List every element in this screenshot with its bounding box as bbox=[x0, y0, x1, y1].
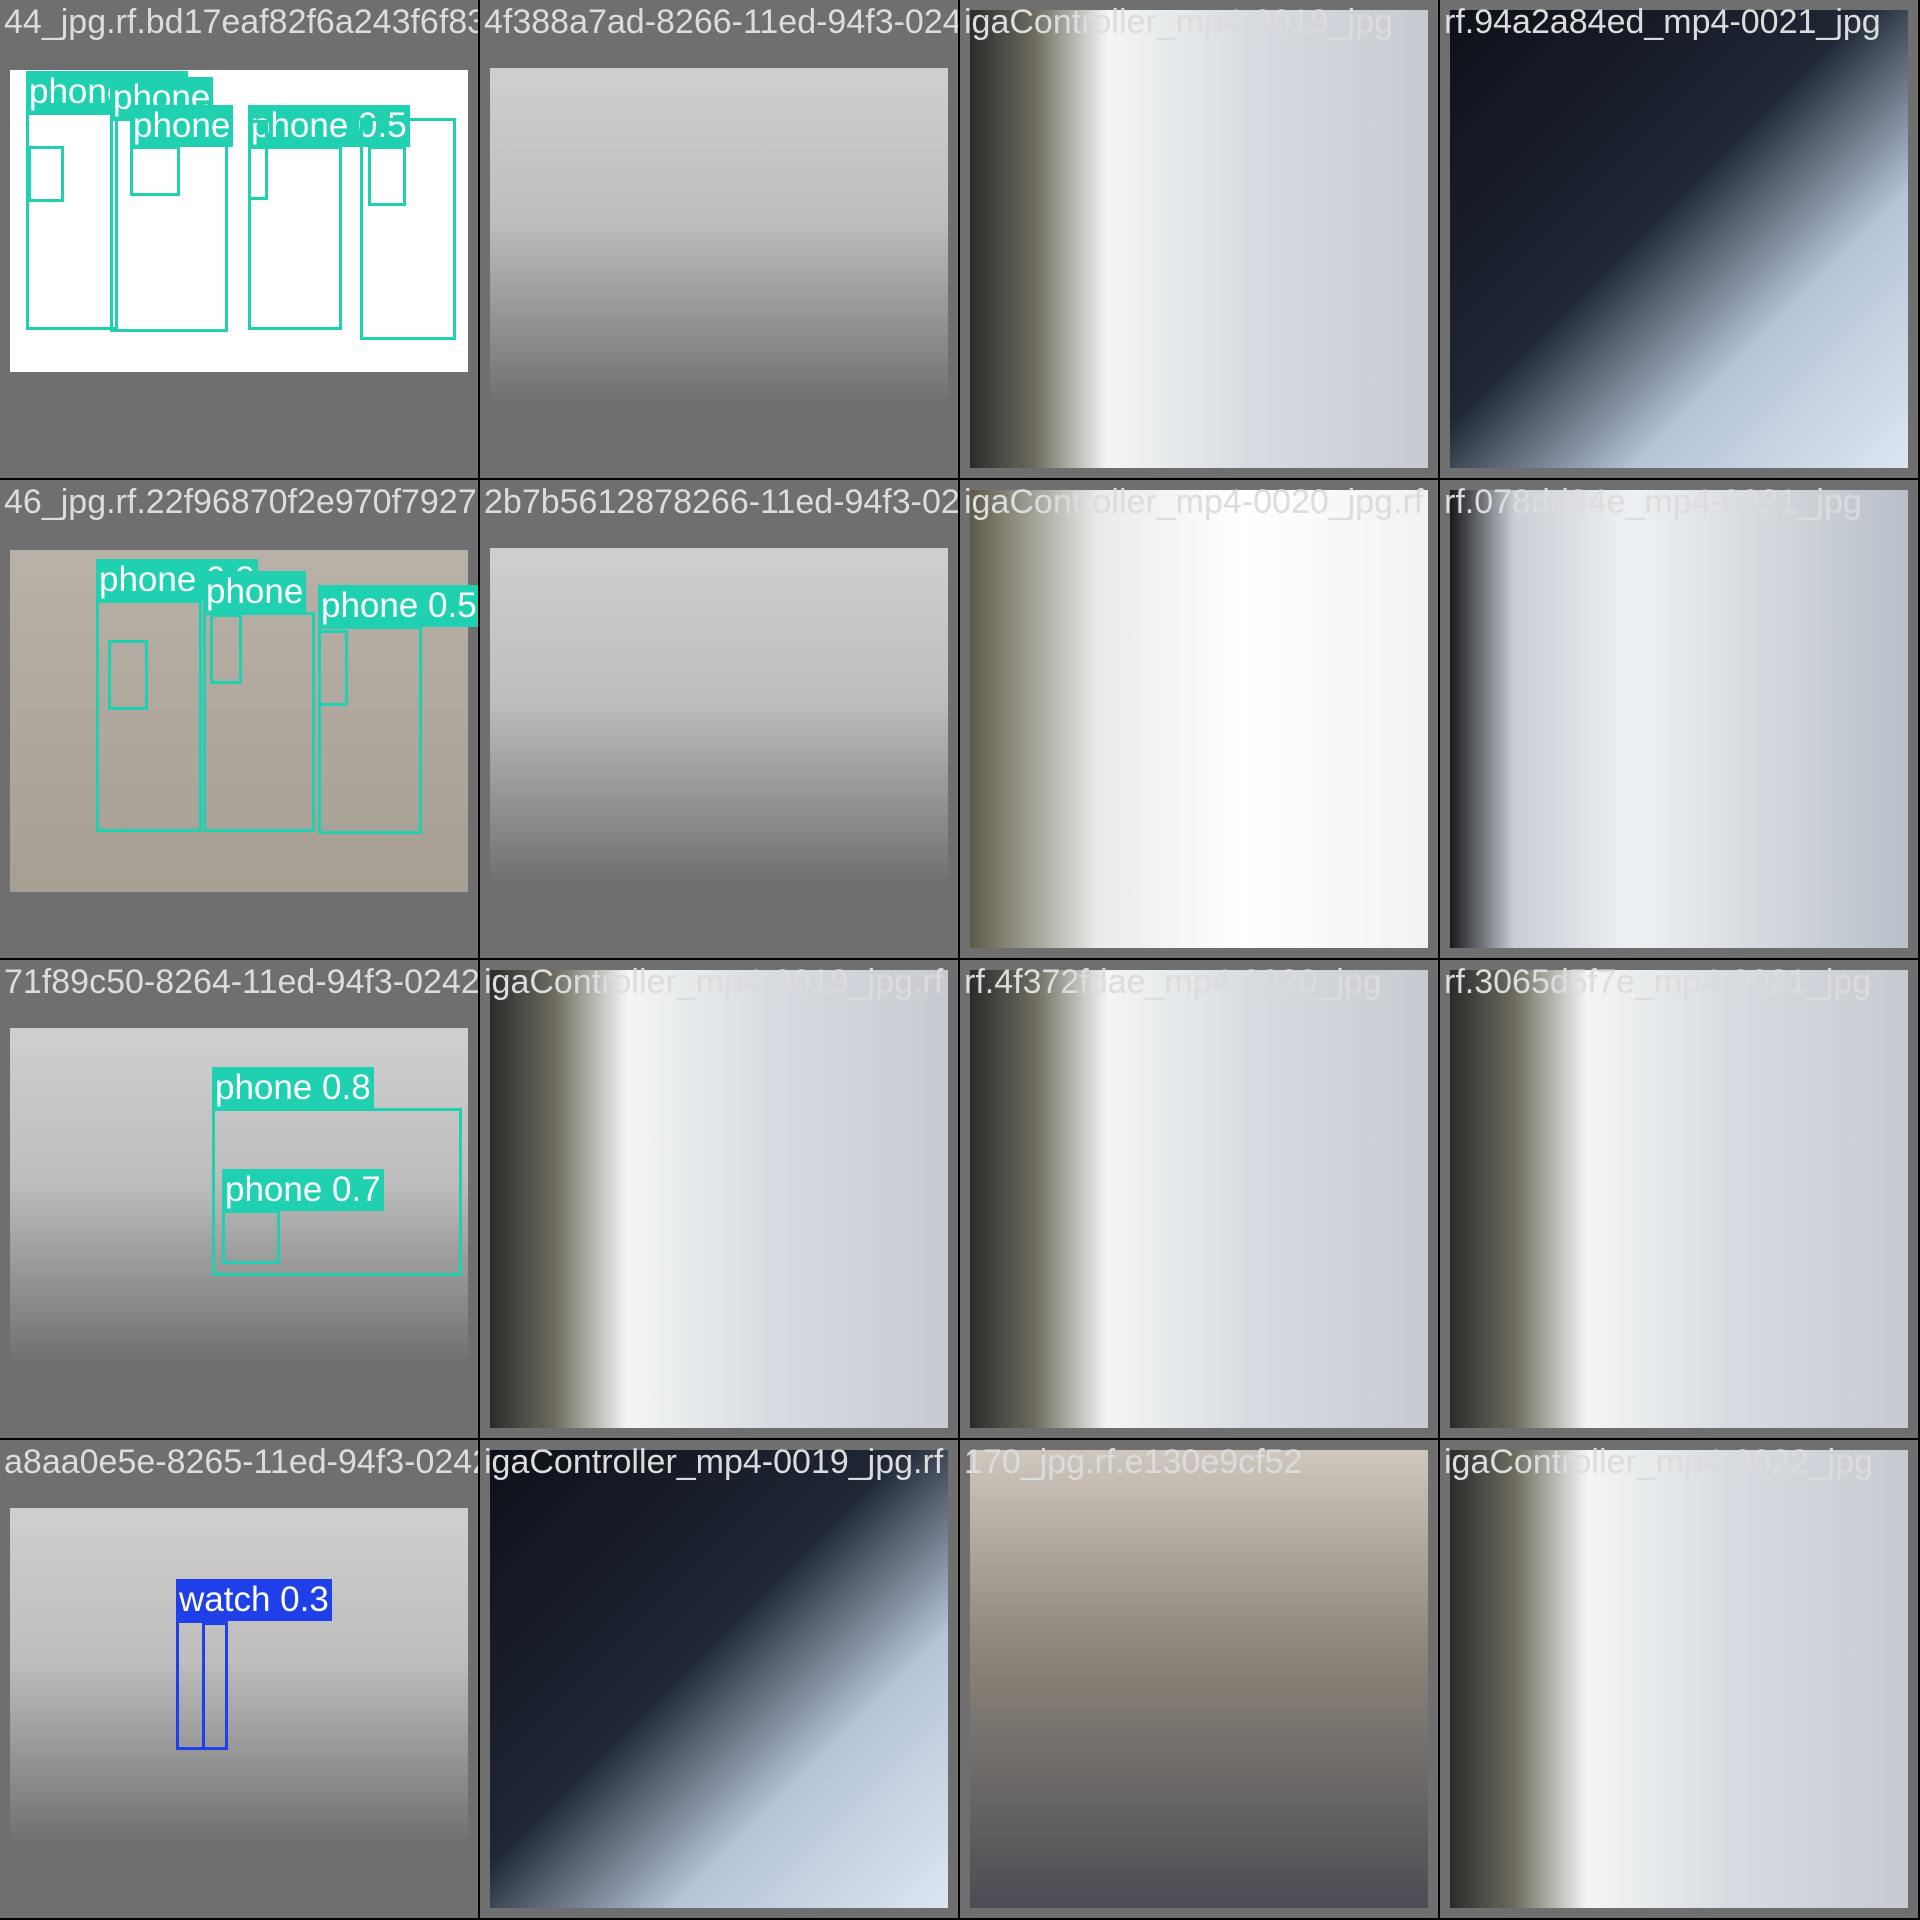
tile-photo bbox=[1450, 10, 1908, 468]
tile-filename: 170_jpg.rf.e130e9cf52 bbox=[964, 1443, 1303, 1481]
detection-box-phone: phone bbox=[130, 105, 234, 196]
tile-filename: igaController_mp4-0020_jpg.rf bbox=[964, 483, 1424, 521]
mosaic-grid: 44_jpg.rf.bd17eaf82f6a243f6f8385711-8266… bbox=[0, 0, 1920, 1920]
mosaic-tile: 2b7b5612878266-11ed-94f3-02glasses 0.3 bbox=[480, 480, 958, 958]
tile-photo bbox=[490, 548, 948, 890]
tile-filename: igaController_mp4-0019_jpg.rf bbox=[484, 1443, 944, 1481]
tile-filename: 4f388a7ad-8266-11ed-94f3-0242ac1c000c bbox=[484, 3, 958, 41]
tile-filename: igaController_mp4-0022_jpg bbox=[1444, 1443, 1874, 1481]
detection-box-phone: phone 0.7 bbox=[222, 1169, 384, 1264]
mosaic-tile: 71f89c50-8264-11ed-94f3-0242ac1c000c_mp4… bbox=[0, 960, 478, 1438]
tile-photo bbox=[970, 1450, 1428, 1908]
tile-filename: rf.3065d5f7e_mp4-0021_jpg bbox=[1444, 963, 1872, 1001]
detection-box-phone: phone 0.8 bbox=[96, 559, 258, 832]
mosaic-tile: 46_jpg.rf.22f96870f2e970f79277b561287826… bbox=[0, 480, 478, 958]
tile-photo bbox=[970, 970, 1428, 1428]
tile-filename: rf.078dd84e_mp4-0021_jpg bbox=[1444, 483, 1862, 521]
detection-box-phone bbox=[318, 630, 348, 706]
tile-filename: igaController_mp4-0019_jpg.rf bbox=[484, 963, 944, 1001]
detection-label: phone 0.5 bbox=[318, 585, 478, 627]
tile-photo bbox=[1450, 490, 1908, 948]
detection-label: phone bbox=[130, 105, 234, 147]
tile-photo bbox=[970, 490, 1428, 948]
detection-box-phone bbox=[108, 640, 148, 710]
tile-photo bbox=[970, 10, 1428, 468]
mosaic-tile: rf.94a2a84ed_mp4-0021_jpgwatch 0.5 bbox=[1440, 0, 1918, 478]
detection-box-phone bbox=[248, 120, 268, 200]
detection-box-watch bbox=[202, 1622, 228, 1750]
detection-label: phone bbox=[203, 571, 307, 613]
mosaic-tile: igaController_mp4-0020_jpg.rf bbox=[960, 480, 1438, 958]
mosaic-tile: igaController_mp4-0019_jpg.rfwatch 0.4 bbox=[480, 1440, 958, 1918]
mosaic-tile: 44_jpg.rf.bd17eaf82f6a243f6f8385711-8266… bbox=[0, 0, 478, 478]
tile-filename: 46_jpg.rf.22f96870f2e970f79277b561287826… bbox=[4, 483, 478, 521]
detection-box-phone bbox=[368, 146, 406, 206]
mosaic-tile: rf.4f372fdae_mp4-0020_jpg bbox=[960, 960, 1438, 1438]
detection-box-phone: phone 0.6 bbox=[26, 71, 188, 330]
detection-box-phone bbox=[28, 146, 64, 202]
tile-photo bbox=[10, 1508, 468, 1850]
tile-photo bbox=[490, 68, 948, 410]
mosaic-tile: 4f388a7ad-8266-11ed-94f3-0242ac1c000cpho… bbox=[480, 0, 958, 478]
tile-filename: 71f89c50-8264-11ed-94f3-0242ac1c000c_mp4… bbox=[4, 963, 478, 1001]
detection-label: phone 0.7 bbox=[222, 1169, 384, 1211]
mosaic-tile: 170_jpg.rf.e130e9cf52phone 0.6phone 0.6 bbox=[960, 1440, 1438, 1918]
mosaic-tile: igaController_mp4-0019_jpg.rf bbox=[480, 960, 958, 1438]
tile-photo bbox=[1450, 970, 1908, 1428]
mosaic-tile: rf.3065d5f7e_mp4-0021_jpgremote 0.3 bbox=[1440, 960, 1918, 1438]
tile-filename: igaController_mp4-0019_jpg bbox=[964, 3, 1394, 41]
tile-photo bbox=[490, 1450, 948, 1908]
detection-box-phone bbox=[210, 614, 242, 684]
mosaic-tile: rf.078dd84e_mp4-0021_jpgremote 0.3 bbox=[1440, 480, 1918, 958]
tile-photo bbox=[1450, 1450, 1908, 1908]
detection-label: watch 0.3 bbox=[176, 1579, 332, 1621]
mosaic-tile: igaController_mp4-0022_jpgwatch 0.3remot… bbox=[1440, 1440, 1918, 1918]
tile-filename: rf.4f372fdae_mp4-0020_jpg bbox=[964, 963, 1382, 1001]
mosaic-tile: igaController_mp4-0019_jpg bbox=[960, 0, 1438, 478]
tile-filename: a8aa0e5e-8265-11ed-94f3-0242ac1c000c_mp4… bbox=[4, 1443, 478, 1481]
tile-filename: 2b7b5612878266-11ed-94f3-02 bbox=[484, 483, 958, 521]
tile-photo bbox=[490, 970, 948, 1428]
mosaic-tile: a8aa0e5e-8265-11ed-94f3-0242ac1c000c_mp4… bbox=[0, 1440, 478, 1918]
tile-filename: 44_jpg.rf.bd17eaf82f6a243f6f8385711-8266… bbox=[4, 3, 478, 41]
tile-filename: rf.94a2a84ed_mp4-0021_jpg bbox=[1444, 3, 1881, 41]
detection-label: phone 0.8 bbox=[212, 1067, 374, 1109]
